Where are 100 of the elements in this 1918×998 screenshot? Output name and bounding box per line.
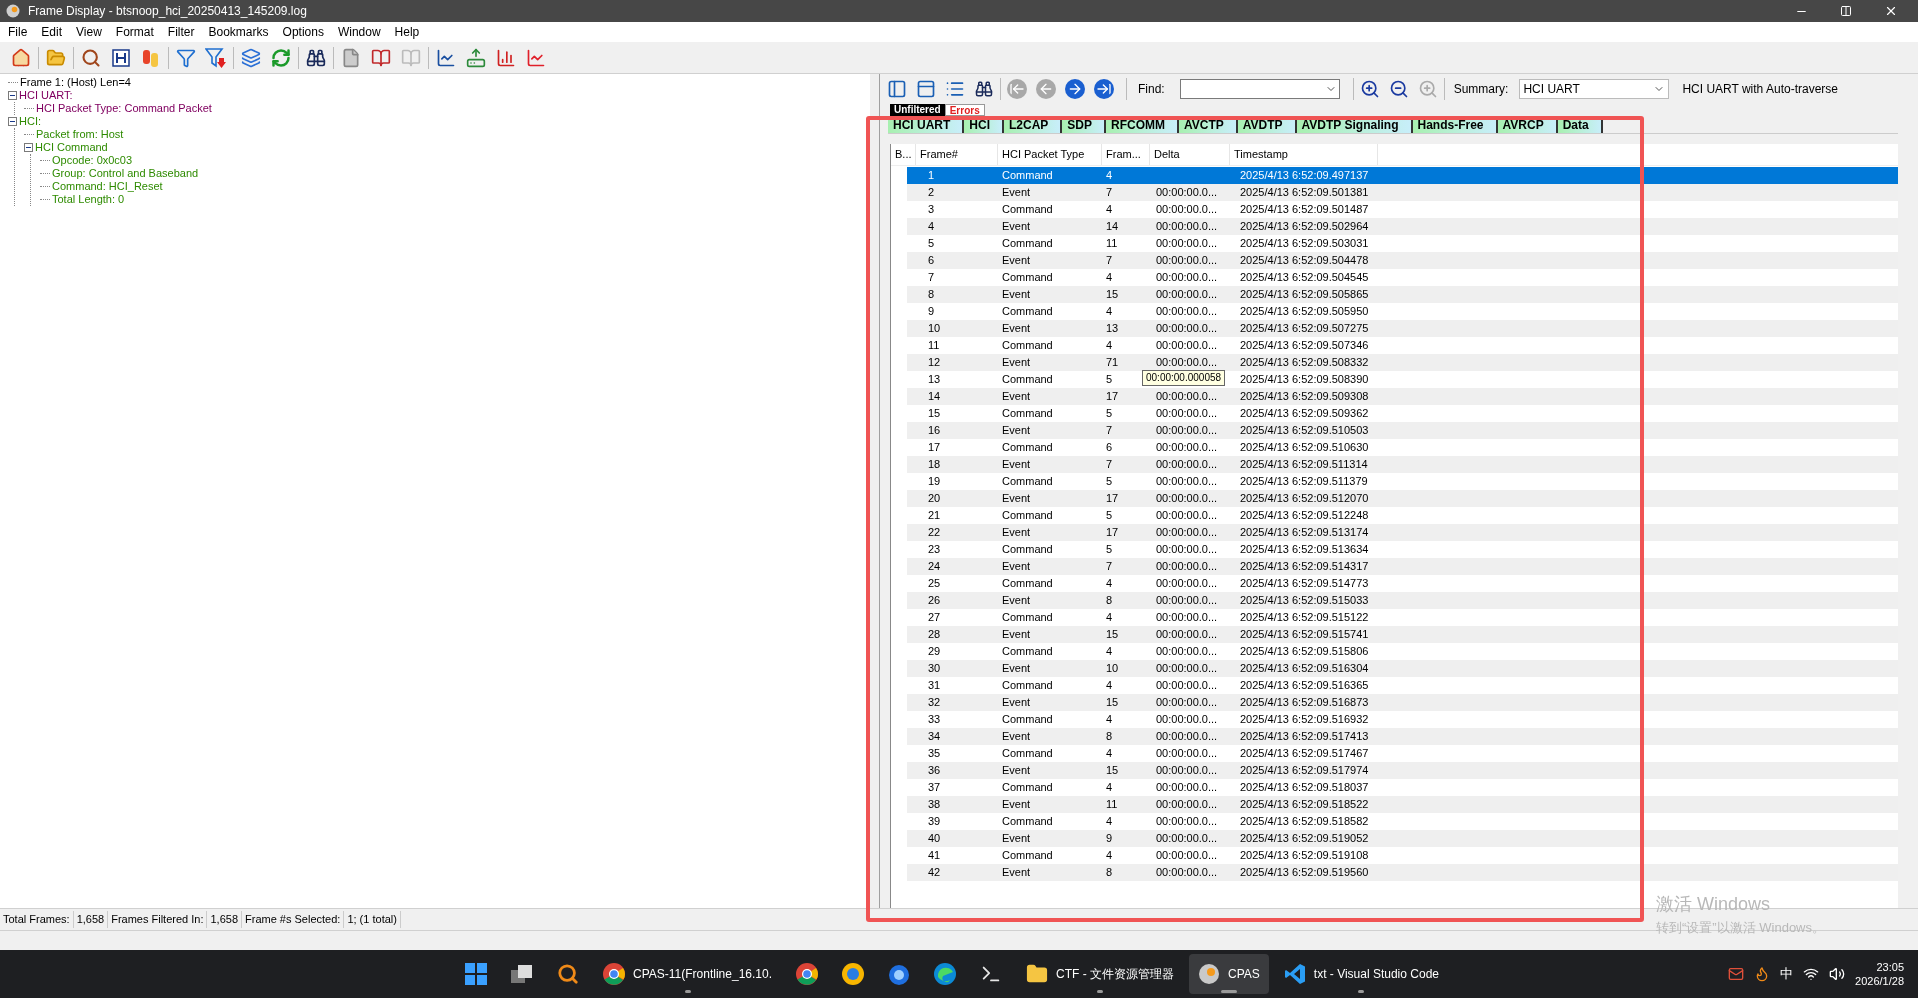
collapse-icon[interactable] [8,117,17,126]
table-cell-text: 4 [1105,814,1114,830]
table-row[interactable]: 20 Event 17 00:00:00.0... 2025/4/13 6:52:09.512070 [907,490,1898,507]
tree-item[interactable]: Command: HCI_Reset [52,180,163,193]
chrome-icon[interactable] [603,963,626,985]
tree-item[interactable]: Opcode: 0x0c03 [52,154,133,167]
tree-item[interactable]: HCI Packet Type: Command Packet [36,102,212,115]
close-icon[interactable] [1884,4,1898,18]
tree-item[interactable]: Frame 1: (Host) Len=4 [20,76,131,89]
table-cell-text: 42 [927,865,942,881]
task-view-icon[interactable] [511,964,534,984]
table-row[interactable]: 4 Event 14 00:00:00.0... 2025/4/13 6:52:09.502964 [907,218,1898,235]
summary-dropdown[interactable]: HCI UART [1519,79,1670,99]
table-row[interactable]: 38 Event 11 00:00:00.0... 2025/4/13 6:52:09.518522 [907,796,1898,813]
table-cell-text: 15 [1105,287,1120,303]
column-header[interactable]: Timestamp [1230,144,1378,165]
table-row[interactable]: 42 Event 8 00:00:00.0... 2025/4/13 6:52:09.519560 [907,864,1898,881]
table-cell-text: 14 [927,389,942,405]
table-cell-text: Command [1001,678,1054,694]
column-header[interactable]: Frame# [916,144,998,165]
table-cell-text: 2025/4/13 6:52:09.504478 [1239,253,1370,269]
table-row[interactable]: 18 Event 7 00:00:00.0... 2025/4/13 6:52:09.511314 [907,456,1898,473]
table-row[interactable]: 8 Event 15 00:00:00.0... 2025/4/13 6:52:09.505865 [907,286,1898,303]
table-cell-text: 2025/4/13 6:52:09.518582 [1239,814,1370,830]
tree-item[interactable]: Group: Control and Baseband [52,167,199,180]
table-cell-text: 2025/4/13 6:52:09.517467 [1239,746,1370,762]
table-cell-text: 00:00:00.0... [1155,287,1218,303]
tree-item[interactable]: HCI Command [35,141,108,154]
find-field[interactable] [1179,79,1340,99]
mail-icon[interactable] [1728,966,1745,982]
table-row[interactable]: 2 Event 7 00:00:00.0... 2025/4/13 6:52:09.501381 [907,184,1898,201]
view-tab[interactable]: Unfiltered [890,104,945,116]
search-icon[interactable] [557,963,580,985]
table-cell-text: 2025/4/13 6:52:09.518522 [1239,797,1370,813]
chrome-icon[interactable] [796,963,818,985]
table-cell-text: Command [1001,304,1054,320]
menu-item[interactable]: View [70,23,108,41]
menu-item[interactable]: File [2,23,34,41]
table-cell-text: 4 [1105,202,1114,218]
collapse-icon[interactable] [8,91,17,100]
table-cell-text: 33 [927,712,942,728]
menu-item[interactable]: Format [109,23,160,41]
table-row[interactable]: 1 Command 4 2025/4/13 6:52:09.497137 [907,167,1898,184]
app-icon[interactable] [1198,963,1220,985]
firefox-icon[interactable] [888,963,910,985]
collapse-icon[interactable] [24,143,33,152]
column-header[interactable]: HCI Packet Type [998,144,1102,165]
wifi-icon[interactable] [1803,966,1820,982]
tree-item[interactable]: HCI UART: [19,89,73,102]
table-cell-text: 28 [927,627,942,643]
vscode-icon[interactable] [1283,963,1306,985]
table-row[interactable]: 40 Event 9 00:00:00.0... 2025/4/13 6:52:09.519052 [907,830,1898,847]
table-cell-text: Event [1001,457,1032,473]
taskbar-app[interactable]: CPAS [1189,954,1269,994]
table-cell-text: 2025/4/13 6:52:09.514773 [1239,576,1370,592]
menu-item[interactable]: Help [388,23,426,41]
tree-item[interactable]: HCI: [19,115,41,128]
clock-date[interactable]: 2026/1/28 [1855,974,1904,988]
view-tab[interactable]: Errors [944,104,985,116]
window-title: Frame Display - btsnoop_hci_20250413_145209.log [28,3,307,20]
table-row[interactable]: 30 Event 10 00:00:00.0... 2025/4/13 6:52:09.516304 [907,660,1898,677]
table-row[interactable]: 16 Event 7 00:00:00.0... 2025/4/13 6:52:09.510503 [907,422,1898,439]
menu-item[interactable]: Bookmarks [202,23,275,41]
windows-start-icon[interactable] [465,963,488,985]
taskbar-app[interactable]: CTF - 文件资源管理器 [1017,954,1183,994]
table-cell-text: 15 [927,406,942,422]
folder-icon[interactable] [1026,963,1048,985]
table-row[interactable]: 6 Event 7 00:00:00.0... 2025/4/13 6:52:09.504478 [907,252,1898,269]
column-header[interactable]: Fram... [1102,144,1150,165]
table-row[interactable]: 14 Event 17 00:00:00.0... 2025/4/13 6:52:09.509308 [907,388,1898,405]
table-row[interactable]: 12 Event 71 00:00:00.0... 2025/4/13 6:52:09.508332 [907,354,1898,371]
table-cell-text: 2025/4/13 6:52:09.512248 [1239,508,1370,524]
table-row[interactable]: 26 Event 8 00:00:00.0... 2025/4/13 6:52:09.515033 [907,592,1898,609]
table-row[interactable]: 32 Event 15 00:00:00.0... 2025/4/13 6:52:09.516873 [907,694,1898,711]
table-row[interactable]: 36 Event 15 00:00:00.0... 2025/4/13 6:52:09.517974 [907,762,1898,779]
menu-item[interactable]: Window [331,23,387,41]
summary-note: HCI UART with Auto-traverse [1682,81,1838,98]
menu-item[interactable]: Filter [161,23,201,41]
taskbar-app[interactable]: txt - Visual Studio Code [1274,954,1448,994]
table-cell-text: 00:00:00.0... [1155,389,1218,405]
table-row[interactable]: 10 Event 13 00:00:00.0... 2025/4/13 6:52:09.507275 [907,320,1898,337]
table-row[interactable]: 22 Event 17 00:00:00.0... 2025/4/13 6:52:09.513174 [907,524,1898,541]
tree-item[interactable]: Total Length: 0 [52,193,125,206]
table-cell-text: 17 [1105,491,1120,507]
table-row[interactable]: 34 Event 8 00:00:00.0... 2025/4/13 6:52:09.517413 [907,728,1898,745]
table-row[interactable]: 28 Event 15 00:00:00.0... 2025/4/13 6:52:09.515741 [907,626,1898,643]
volume-icon[interactable] [1829,966,1846,982]
taskbar-app[interactable]: CPAS-11(Frontline_16.10. [594,954,781,994]
edge-icon[interactable] [934,963,956,985]
table-row[interactable]: 24 Event 7 00:00:00.0... 2025/4/13 6:52:09.514317 [907,558,1898,575]
column-header[interactable]: Delta [1150,144,1230,165]
column-header[interactable]: B... [891,144,916,165]
table-cell-text: 5 [927,236,936,252]
menu-item[interactable]: Options [276,23,330,41]
clock-time[interactable]: 23:05 [1876,960,1904,974]
ime-indicator[interactable]: 中 [1780,964,1794,984]
menu-item[interactable]: Edit [35,23,69,41]
restore-icon[interactable] [1840,5,1852,17]
browser-icon[interactable] [842,963,864,985]
tree-item[interactable]: Packet from: Host [36,128,124,141]
